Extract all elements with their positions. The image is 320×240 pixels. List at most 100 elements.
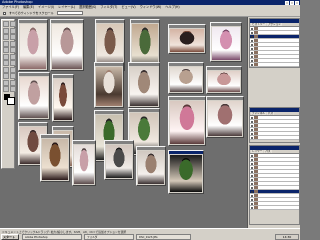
visibility-eye-icon[interactable] bbox=[251, 154, 253, 157]
visibility-eye-icon[interactable] bbox=[251, 31, 253, 34]
visibility-eye-icon[interactable] bbox=[251, 63, 253, 66]
document-titlebar[interactable] bbox=[95, 63, 123, 66]
document-titlebar[interactable] bbox=[211, 23, 241, 26]
tab-paths-2[interactable]: パス bbox=[264, 150, 272, 153]
document-titlebar[interactable] bbox=[105, 141, 133, 144]
visibility-eye-icon[interactable] bbox=[251, 166, 253, 169]
photo-canvas[interactable] bbox=[106, 145, 132, 178]
photo-canvas[interactable] bbox=[170, 29, 204, 52]
photo-canvas[interactable] bbox=[170, 67, 202, 92]
hand-tool-icon[interactable] bbox=[3, 86, 9, 92]
scroll-all-checkbox[interactable] bbox=[3, 11, 6, 15]
history-row[interactable] bbox=[250, 63, 299, 67]
photo-canvas[interactable] bbox=[212, 27, 240, 60]
visibility-eye-icon[interactable] bbox=[251, 202, 253, 205]
brush-tool-icon[interactable] bbox=[9, 40, 16, 47]
document-titlebar[interactable] bbox=[19, 123, 47, 126]
gradient-tool-icon[interactable] bbox=[9, 53, 16, 60]
photo-canvas[interactable] bbox=[52, 24, 82, 69]
photo-canvas[interactable] bbox=[54, 79, 72, 120]
visibility-eye-icon[interactable] bbox=[251, 116, 253, 119]
document-window-22[interactable] bbox=[104, 140, 134, 180]
visibility-eye-icon[interactable] bbox=[251, 194, 253, 197]
path-select-tool-icon[interactable] bbox=[3, 66, 9, 73]
document-titlebar[interactable] bbox=[41, 135, 69, 138]
document-titlebar[interactable] bbox=[169, 25, 205, 28]
shape-tool-icon[interactable] bbox=[9, 73, 16, 79]
zoom-field[interactable] bbox=[56, 11, 83, 15]
start-button[interactable]: スタート bbox=[1, 234, 19, 240]
document-window-9[interactable] bbox=[94, 62, 124, 108]
marquee-tool-icon[interactable] bbox=[3, 21, 9, 27]
document-titlebar[interactable] bbox=[19, 73, 49, 76]
photo-canvas[interactable] bbox=[74, 145, 94, 184]
photo-canvas[interactable] bbox=[170, 155, 202, 192]
document-window-12[interactable] bbox=[206, 66, 242, 94]
document-window-23[interactable] bbox=[136, 146, 166, 186]
document-titlebar[interactable] bbox=[53, 75, 73, 78]
minimize-button[interactable] bbox=[285, 0, 289, 5]
document-titlebar[interactable] bbox=[19, 20, 47, 23]
slice-tool-icon[interactable] bbox=[9, 34, 16, 40]
tab-paths[interactable]: パス bbox=[266, 112, 275, 115]
magic-wand-tool-icon[interactable] bbox=[9, 27, 16, 34]
document-window-5[interactable] bbox=[168, 24, 206, 54]
document-titlebar[interactable] bbox=[207, 97, 243, 100]
document-window-1[interactable] bbox=[18, 19, 48, 71]
visibility-eye-icon[interactable] bbox=[251, 35, 253, 38]
document-window-7[interactable] bbox=[18, 72, 50, 120]
dodge-tool-icon[interactable] bbox=[9, 60, 16, 66]
photo-canvas[interactable] bbox=[20, 77, 48, 118]
blur-tool-icon[interactable] bbox=[3, 60, 9, 66]
visibility-eye-icon[interactable] bbox=[251, 55, 253, 58]
photo-canvas[interactable] bbox=[208, 101, 242, 136]
document-window-17[interactable] bbox=[168, 96, 206, 146]
visibility-eye-icon[interactable] bbox=[251, 206, 253, 209]
eraser-tool-icon[interactable] bbox=[3, 53, 9, 60]
tab-actions[interactable]: アクション bbox=[266, 23, 282, 26]
document-window-6[interactable] bbox=[210, 22, 242, 62]
history-brush-tool-icon[interactable] bbox=[9, 47, 16, 53]
visibility-eye-icon[interactable] bbox=[251, 190, 253, 193]
document-titlebar[interactable] bbox=[51, 20, 83, 23]
document-window-11[interactable] bbox=[168, 62, 204, 94]
document-titlebar[interactable] bbox=[169, 63, 203, 66]
visibility-eye-icon[interactable] bbox=[251, 198, 253, 201]
tab-history[interactable]: ヒストリー bbox=[251, 23, 266, 26]
visibility-eye-icon[interactable] bbox=[251, 128, 253, 131]
document-window-24[interactable] bbox=[168, 150, 204, 194]
taskbar-item-folder[interactable]: フォルダ bbox=[84, 234, 134, 240]
color-swatches[interactable] bbox=[3, 93, 16, 105]
visibility-eye-icon[interactable] bbox=[251, 120, 253, 123]
photo-canvas[interactable] bbox=[42, 139, 68, 180]
visibility-eye-icon[interactable] bbox=[251, 170, 253, 173]
visibility-eye-icon[interactable] bbox=[251, 132, 253, 135]
maximize-button[interactable] bbox=[290, 0, 294, 5]
visibility-eye-icon[interactable] bbox=[251, 124, 253, 127]
close-button[interactable] bbox=[295, 0, 299, 5]
document-window-2[interactable] bbox=[50, 19, 84, 71]
layer-row[interactable] bbox=[250, 206, 299, 210]
visibility-eye-icon[interactable] bbox=[251, 158, 253, 161]
visibility-eye-icon[interactable] bbox=[251, 174, 253, 177]
document-titlebar[interactable] bbox=[207, 67, 241, 70]
visibility-eye-icon[interactable] bbox=[251, 186, 253, 189]
document-window-20[interactable] bbox=[40, 134, 70, 182]
visibility-eye-icon[interactable] bbox=[251, 43, 253, 46]
channel-row[interactable] bbox=[250, 136, 299, 140]
document-window-10[interactable] bbox=[128, 62, 160, 108]
photo-canvas[interactable] bbox=[96, 67, 122, 106]
visibility-eye-icon[interactable] bbox=[251, 136, 253, 139]
photo-canvas[interactable] bbox=[208, 71, 240, 92]
document-titlebar[interactable] bbox=[129, 63, 159, 66]
tab-layers[interactable]: レイヤー bbox=[251, 150, 264, 153]
taskbar-item-photoshop[interactable]: Adobe Photoshop bbox=[22, 234, 82, 240]
document-titlebar[interactable] bbox=[95, 111, 123, 114]
document-window-8[interactable] bbox=[52, 74, 74, 122]
document-titlebar[interactable] bbox=[96, 20, 124, 23]
document-titlebar[interactable] bbox=[169, 97, 205, 100]
visibility-eye-icon[interactable] bbox=[251, 47, 253, 50]
healing-brush-tool-icon[interactable] bbox=[3, 40, 9, 47]
document-titlebar[interactable] bbox=[129, 109, 159, 112]
move-tool-icon[interactable] bbox=[9, 21, 16, 27]
